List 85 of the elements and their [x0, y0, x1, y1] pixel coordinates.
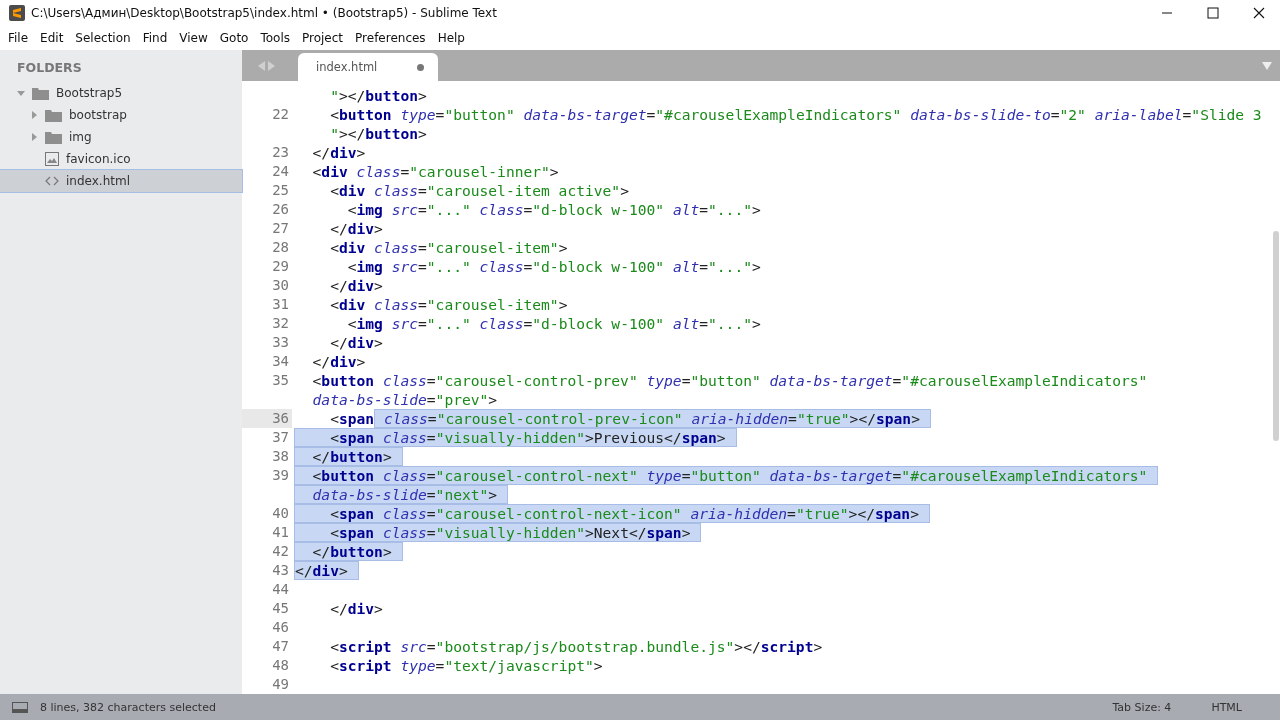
code-line: <div class="carousel-item"> — [329, 238, 568, 257]
tree-item[interactable]: favicon.ico — [0, 148, 242, 170]
line-number: 44 — [272, 581, 289, 597]
line-number: 33 — [272, 334, 289, 350]
line-number: 34 — [272, 353, 289, 369]
menu-item[interactable]: Preferences — [349, 30, 432, 45]
line-number: 22 — [272, 106, 289, 122]
tab-left-arrow-icon[interactable] — [257, 60, 265, 71]
app-logo-icon — [9, 4, 25, 21]
code-line: <img src="..." class="d-block w-100" alt="..."> — [346, 200, 761, 219]
folder-icon — [32, 86, 49, 100]
image-file-icon — [45, 152, 59, 166]
line-number: 45 — [272, 600, 289, 616]
code-line: <div class="carousel-item"> — [329, 295, 568, 314]
disclosure-icon[interactable] — [30, 111, 38, 119]
line-number: 29 — [272, 258, 289, 274]
panel-toggle-icon[interactable] — [12, 701, 28, 713]
line-number: 30 — [272, 277, 289, 293]
dropdown-arrow-icon[interactable] — [1262, 62, 1272, 70]
code-line: <img src="..." class="d-block w-100" alt="..."> — [346, 257, 761, 276]
line-number: 24 — [272, 163, 289, 179]
line-number: 46 — [272, 619, 289, 635]
code-file-icon — [45, 176, 59, 186]
menu-item[interactable]: Project — [296, 30, 350, 45]
code-line: </div> — [311, 143, 366, 162]
line-number: 31 — [272, 296, 289, 312]
maximize-icon[interactable] — [1207, 6, 1219, 19]
menu-item[interactable]: Find — [136, 30, 174, 45]
menu-item[interactable]: File — [2, 30, 35, 45]
line-number: 40 — [272, 505, 289, 521]
syntax-indicator[interactable]: HTML — [1211, 700, 1242, 714]
line-number: 23 — [272, 144, 289, 160]
line-number: 39 — [272, 467, 289, 483]
code-line: <button class="carousel-control-prev" type="button" data-bs-target="#carouselExampleIndicators" — [311, 371, 1148, 390]
code-line: "></button> — [329, 124, 427, 143]
code-line: <script type="text/javascript"> — [329, 656, 603, 675]
code-line: </div> — [329, 219, 383, 238]
disclosure-icon[interactable] — [17, 89, 25, 97]
code-line: <script src="bootstrap/js/bootstrap.bundle.js"></script> — [329, 637, 823, 656]
line-number: 49 — [272, 676, 289, 692]
tab-right-arrow-icon[interactable] — [267, 60, 275, 71]
line-number: 48 — [272, 657, 289, 673]
sidebar-heading: FOLDERS — [16, 60, 83, 77]
code-line: </div> — [311, 352, 366, 371]
code-line: <div class="carousel-inner"> — [311, 162, 559, 181]
line-number: 41 — [272, 524, 289, 540]
line-number: 26 — [272, 201, 289, 217]
file-tab[interactable]: index.html — [298, 53, 438, 81]
tree-item[interactable]: img — [0, 126, 242, 148]
code-line: <div class="carousel-item active"> — [329, 181, 629, 200]
window-title: C:\Users\Админ\Desktop\Bootstrap5\index.html • (Bootstrap5) - Sublime Text — [31, 5, 498, 20]
code-line: </div> — [329, 333, 383, 352]
line-number: 38 — [272, 448, 289, 464]
tree-item[interactable]: Bootstrap5 — [0, 82, 242, 104]
code-line: "></button> — [329, 86, 427, 105]
tree-item[interactable]: bootstrap — [0, 104, 242, 126]
folder-icon — [45, 130, 62, 144]
menu-item[interactable]: Tools — [254, 30, 296, 45]
menu-item[interactable]: View — [173, 30, 214, 45]
line-number: 25 — [272, 182, 289, 198]
line-number: 28 — [272, 239, 289, 255]
code-line: <button type="button" data-bs-target="#carouselExampleIndicators" data-bs-slide-to="2" aria-label="Slide 3 — [329, 105, 1262, 124]
line-number: 47 — [272, 638, 289, 654]
menu-item[interactable]: Help — [431, 30, 471, 45]
code-line: </div> — [329, 276, 383, 295]
menu-item[interactable]: Edit — [34, 30, 70, 45]
line-number: 32 — [272, 315, 289, 331]
line-number: 43 — [272, 562, 289, 578]
line-number: 42 — [272, 543, 289, 559]
disclosure-icon[interactable] — [30, 133, 38, 141]
code-line: </div> — [329, 599, 383, 618]
line-number: 27 — [272, 220, 289, 236]
scrollbar-thumb[interactable] — [1273, 231, 1279, 441]
code-line: data-bs-slide="prev"> — [311, 390, 498, 409]
tree-item[interactable]: index.html — [0, 170, 242, 192]
close-icon[interactable] — [1253, 6, 1265, 19]
status-message: 8 lines, 382 characters selected — [40, 700, 216, 714]
menu-item[interactable]: Goto — [213, 30, 255, 45]
folder-icon — [45, 108, 62, 122]
line-number: 36 — [272, 410, 289, 426]
menu-item[interactable]: Selection — [69, 30, 137, 45]
line-number: 35 — [272, 372, 289, 388]
line-number: 37 — [272, 429, 289, 445]
tab-size-indicator[interactable]: Tab Size: 4 — [1112, 700, 1172, 714]
code-line: <img src="..." class="d-block w-100" alt="..."> — [346, 314, 761, 333]
